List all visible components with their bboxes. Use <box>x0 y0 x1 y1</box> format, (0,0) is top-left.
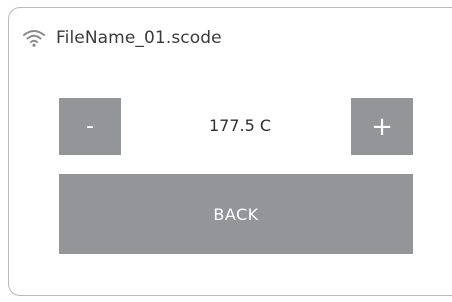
file-name: FileName_01.scode <box>56 28 222 48</box>
temperature-value: 177.5 C <box>208 116 272 135</box>
decrease-temperature-button[interactable]: - <box>59 98 121 155</box>
header: FileName_01.scode <box>22 24 222 52</box>
back-button[interactable]: BACK <box>59 174 413 254</box>
wifi-icon <box>22 28 46 48</box>
increase-temperature-button[interactable]: + <box>351 98 413 155</box>
